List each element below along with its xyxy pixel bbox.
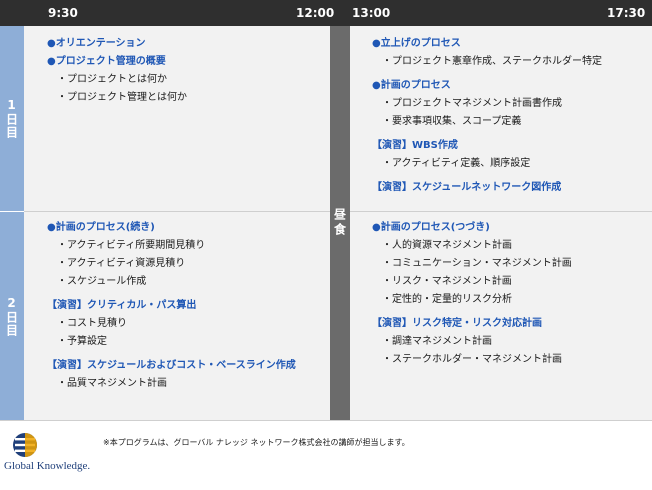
section-heading: ●プロジェクト管理の概要 xyxy=(47,56,166,67)
logo-wordmark: Global Knowledge. xyxy=(4,460,91,472)
topic-item: コスト見積り xyxy=(47,315,296,333)
topic-item: プロジェクト憲章作成、ステークホルダー特定 xyxy=(372,53,602,71)
topic-item: スケジュール作成 xyxy=(47,273,296,291)
topic-item: 要求事項収集、スコープ定義 xyxy=(372,113,602,131)
topic-item: ステークホルダー・マネジメント計画 xyxy=(372,351,572,369)
topic-item: アクティビティ所要期間見積り xyxy=(47,237,296,255)
section-heading: ●計画のプロセス(つづき) xyxy=(372,222,490,233)
section-heading: 【演習】スケジュールネットワーク図作成 xyxy=(372,182,562,193)
lunch-break-column: 昼食 xyxy=(330,26,350,420)
topic-item: 予算設定 xyxy=(47,333,296,351)
globe-logo-icon xyxy=(13,433,37,457)
table-bottom-rule xyxy=(0,420,652,421)
am-end-time: 12:00 xyxy=(296,6,335,20)
topic-item: アクティビティ定義、順序設定 xyxy=(372,155,602,173)
global-knowledge-logo: Global Knowledge. xyxy=(4,432,114,482)
footnote: ※本プログラムは、グローバル ナレッジ ネットワーク株式会社の講師が担当します。 xyxy=(103,438,410,447)
time-header: 9:30 12:00 13:00 17:30 xyxy=(0,0,652,26)
topic-item: リスク・マネジメント計画 xyxy=(372,273,572,291)
day-1-afternoon-block: ●立上げのプロセスプロジェクト憲章作成、ステークホルダー特定 ●計画のプロセスプロ… xyxy=(372,35,602,197)
topic-item: プロジェクトマネジメント計画書作成 xyxy=(372,95,602,113)
day-2-afternoon-block: ●計画のプロセス(つづき) 人的資源マネジメント計画コミュニケーション・マネジメン… xyxy=(372,219,572,369)
topic-item: アクティビティ資源見積り xyxy=(47,255,296,273)
topic-item: コミュニケーション・マネジメント計画 xyxy=(372,255,572,273)
topic-item: 人的資源マネジメント計画 xyxy=(372,237,572,255)
lunch-label: 昼食 xyxy=(332,208,347,238)
section-heading: 【演習】スケジュールおよびコスト・ベースライン作成 xyxy=(47,360,296,371)
section-heading: ●立上げのプロセス xyxy=(372,38,461,49)
day-2-label-text: 2日目 xyxy=(4,295,19,337)
section-heading: ●計画のプロセス xyxy=(372,80,451,91)
topic-item: プロジェクトとは何か xyxy=(47,71,187,89)
section-heading: 【演習】リスク特定・リスク対応計画 xyxy=(372,318,542,329)
day-divider-pm xyxy=(350,211,652,212)
section-heading: 【演習】WBS作成 xyxy=(372,140,458,151)
pm-end-time: 17:30 xyxy=(607,6,646,20)
section-heading: ●オリエンテーション xyxy=(47,38,146,49)
day-1-label-text: 1日目 xyxy=(4,98,19,139)
am-start-time: 9:30 xyxy=(48,6,78,20)
section-heading: ●計画のプロセス(続き) xyxy=(47,222,155,233)
topic-item: 品質マネジメント計画 xyxy=(47,375,296,393)
day-2-label: 2日目 xyxy=(0,212,24,420)
day-divider-am xyxy=(24,211,330,212)
day-1-morning-block: ●オリエンテーション ●プロジェクト管理の概要プロジェクトとは何かプロジェクト管理… xyxy=(47,35,187,107)
section-heading: 【演習】クリティカル・パス算出 xyxy=(47,300,197,311)
topic-item: 定性的・定量的リスク分析 xyxy=(372,291,572,309)
pm-start-time: 13:00 xyxy=(352,6,391,20)
topic-item: プロジェクト管理とは何か xyxy=(47,89,187,107)
day-1-label: 1日目 xyxy=(0,26,24,211)
day-2-morning-block: ●計画のプロセス(続き) アクティビティ所要期間見積りアクティビティ資源見積りスケ… xyxy=(47,219,296,393)
topic-item: 調達マネジメント計画 xyxy=(372,333,572,351)
